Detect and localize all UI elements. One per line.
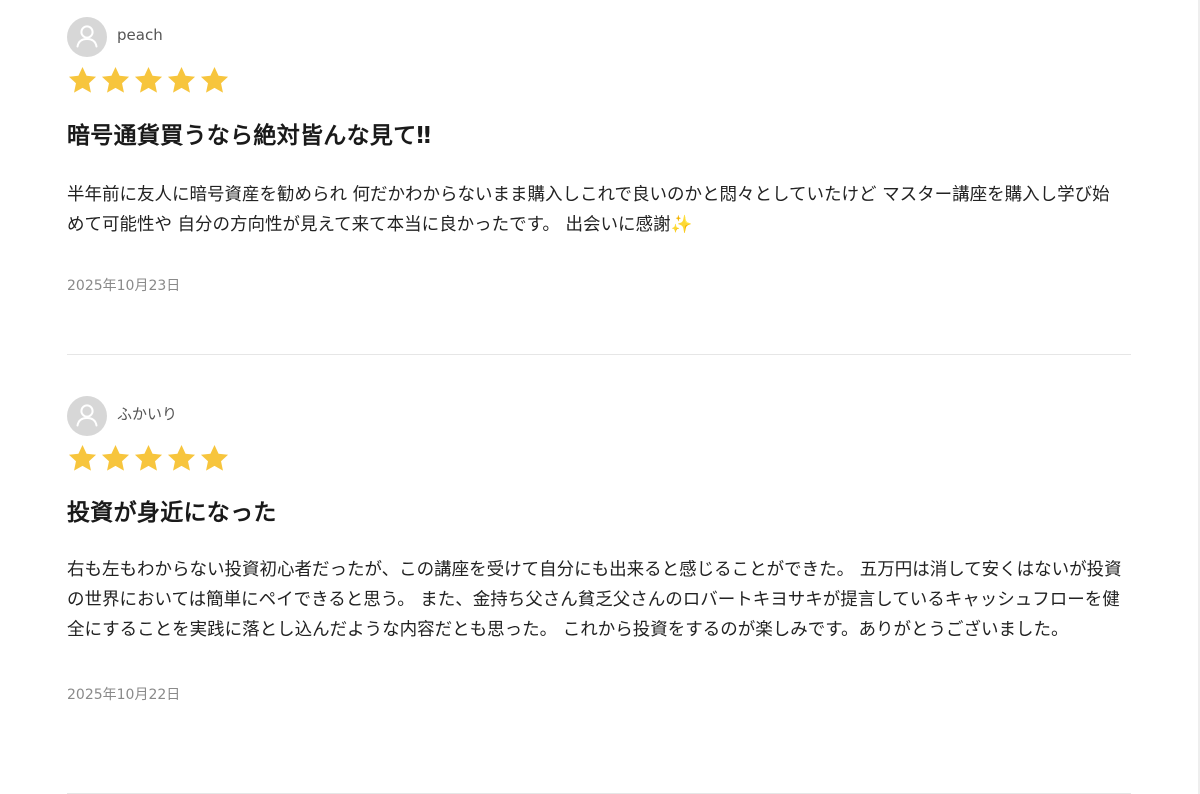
- avatar: [67, 396, 107, 436]
- star-icon: [167, 445, 196, 471]
- star-icon: [134, 445, 163, 471]
- review-author: ふかいり: [117, 405, 178, 423]
- avatar: [67, 17, 107, 57]
- star-icon: [68, 445, 97, 471]
- review-date: 2025年10月22日: [67, 687, 181, 703]
- review-body: 右も左もわからない投資初心者だったが、この講座を受けて自分にも出来ると感じること…: [67, 560, 1122, 640]
- review-title: 暗号通貨買うなら絶対皆んな見て‼︎: [67, 123, 432, 149]
- review-item: peach 暗号通貨買うなら絶対皆んな見て‼︎ 半年前に友人に暗号資産を勧められ…: [67, 0, 1131, 355]
- review-title: 投資が身近になった: [67, 500, 277, 526]
- star-rating: [66, 64, 1131, 98]
- review-body: 半年前に友人に暗号資産を勧められ 何だかわからないまま購入しこれで良いのかと悶々…: [67, 185, 1110, 235]
- star-icon: [101, 67, 130, 93]
- review-date: 2025年10月23日: [67, 278, 181, 294]
- star-icon: [68, 67, 97, 93]
- user-silhouette-icon: [76, 404, 98, 427]
- star-icon: [200, 445, 229, 471]
- review-author: peach: [117, 26, 163, 44]
- user-silhouette-icon: [76, 25, 98, 48]
- star-icon: [101, 445, 130, 471]
- star-icon: [167, 67, 196, 93]
- review-list: peach 暗号通貨買うなら絶対皆んな見て‼︎ 半年前に友人に暗号資産を勧められ…: [67, 0, 1131, 794]
- star-rating: [66, 442, 1131, 476]
- review-header: peach: [67, 17, 1131, 57]
- star-icon: [134, 67, 163, 93]
- review-item: ふかいり 投資が身近になった 右も左もわからない投資初心者だったが、この講座を受…: [67, 355, 1131, 794]
- review-header: ふかいり: [67, 396, 1131, 436]
- star-icon: [200, 67, 229, 93]
